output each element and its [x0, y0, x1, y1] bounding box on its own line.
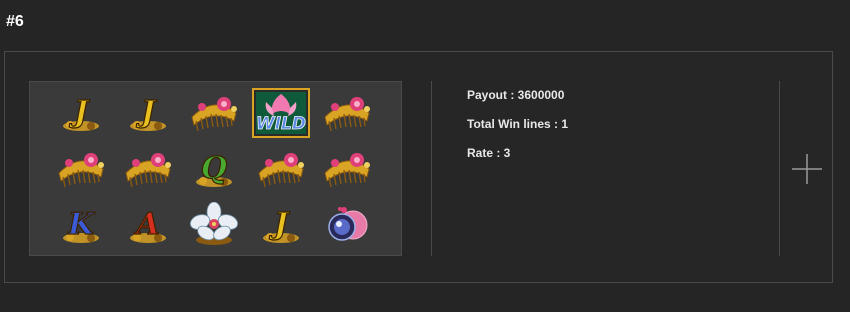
symbol-k-icon: K [63, 206, 100, 243]
plus-icon [792, 154, 822, 184]
reel-cell-r3-c3 [181, 197, 248, 253]
reel-cell-r2-c2 [115, 141, 182, 197]
reel-cell-r1-c4: WILD [248, 85, 315, 141]
spin-result-title: #6 [6, 13, 24, 30]
reel-cell-r1-c2: J [115, 85, 182, 141]
golden-comb-icon [58, 153, 105, 188]
symbol-j-icon: J [63, 94, 100, 131]
reel-cell-r2-c5 [314, 141, 381, 197]
reel-cell-r3-c4: J [248, 197, 315, 253]
symbol-a-icon: A [129, 206, 166, 243]
divider [779, 81, 780, 256]
symbol-q-icon: Q [196, 150, 233, 187]
reel-cell-r1-c1: J [48, 85, 115, 141]
golden-comb-icon [191, 97, 238, 132]
svg-text:WILD: WILD [256, 114, 306, 134]
svg-text:A: A [133, 207, 159, 242]
reel-cell-r3-c1: K [48, 197, 115, 253]
golden-comb-icon [258, 153, 304, 188]
reel-cell-r3-c5 [314, 197, 381, 253]
spin-result-card: J J WILD Q K A J Payout: 3600000 Total … [4, 51, 833, 283]
reel-cell-r2-c4 [248, 141, 315, 197]
reel-cell-r2-c3: Q [181, 141, 248, 197]
divider [431, 81, 432, 256]
golden-comb-icon [324, 97, 371, 132]
reel-cell-r1-c5 [314, 85, 381, 141]
golden-comb-icon [125, 153, 171, 188]
result-info: Payout : 3600000 Total Win lines : 1 Rat… [467, 87, 568, 174]
symbol-j-icon: J [129, 94, 166, 131]
lotus-flower-icon [190, 202, 239, 245]
wild-icon: WILD [251, 88, 310, 138]
golden-comb-icon [324, 153, 371, 188]
reel-cell-r1-c3 [181, 85, 248, 141]
svg-text:K: K [67, 207, 96, 242]
payout-text: Payout : 3600000 [467, 88, 565, 102]
svg-text:Q: Q [201, 151, 227, 186]
reel-grid: J J WILD Q K A J [48, 85, 381, 253]
rate-text: Rate : 3 [467, 146, 511, 160]
win-lines-text: Total Win lines : 1 [467, 117, 569, 131]
expand-plus-button[interactable] [791, 153, 823, 185]
symbol-j-icon: J [262, 206, 299, 243]
reel-cell-r2-c1 [48, 141, 115, 197]
reel-cell-r3-c2: A [115, 197, 182, 253]
gem-orb-icon [328, 207, 368, 241]
reel-grid-panel: J J WILD Q K A J [29, 81, 402, 256]
